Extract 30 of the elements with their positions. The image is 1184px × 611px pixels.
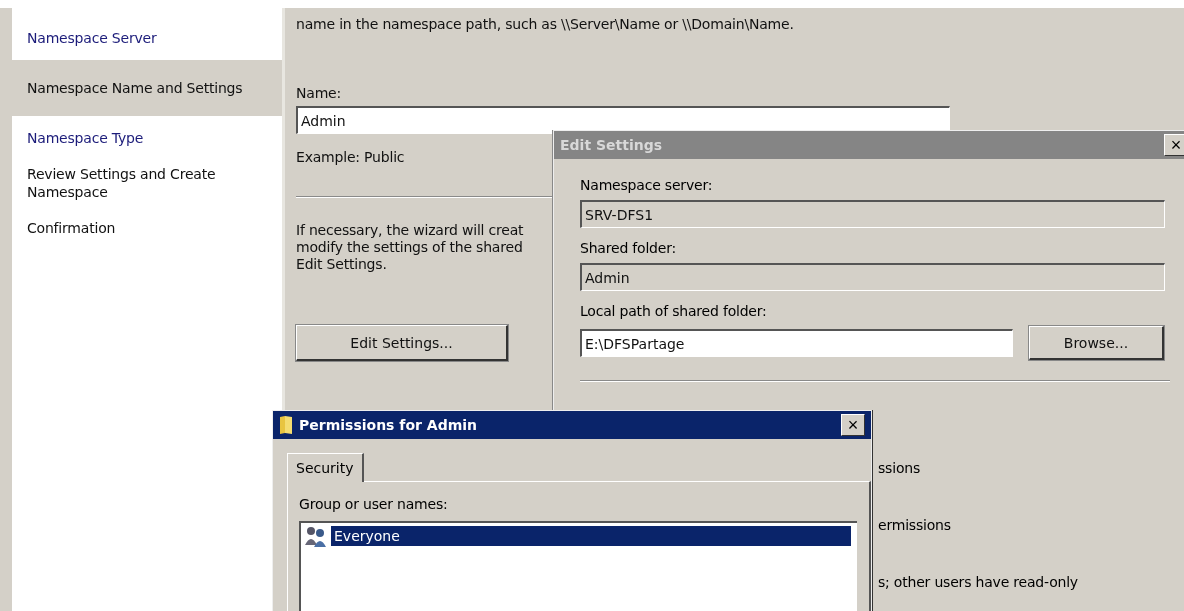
example-text: Example: Public (296, 149, 405, 166)
browse-button[interactable]: Browse... (1028, 326, 1164, 360)
close-button[interactable]: × (841, 414, 865, 436)
option-text: ermissions (878, 517, 951, 534)
path-field[interactable]: E:\DFSPartage (580, 329, 1013, 357)
dialog-title: Permissions for Admin (299, 417, 478, 433)
option-text: s; other users have read-only (878, 574, 1078, 591)
info-text: If necessary, the wizard will creat modify the settings of the shared Edit Settings. (296, 222, 524, 273)
name-field[interactable]: Admin (296, 106, 950, 134)
server-label: Namespace server: (580, 177, 713, 194)
name-label: Name: (296, 85, 342, 102)
group-label: Group or user names: (299, 496, 448, 513)
path-label: Local path of shared folder: (580, 303, 767, 320)
dialog-title: Edit Settings (560, 137, 664, 153)
folder-icon (279, 415, 293, 435)
server-field[interactable]: SRV-DFS1 (580, 200, 1165, 228)
wizard-step[interactable]: Namespace Name and Settings (12, 60, 282, 116)
option-text: ssions (878, 460, 920, 477)
folder-field[interactable]: Admin (580, 263, 1165, 291)
wizard-step[interactable]: Namespace Type (12, 120, 282, 156)
user-list-item[interactable]: Everyone (331, 526, 851, 546)
wizard-step[interactable]: Review Settings and Create Namespace (12, 156, 282, 210)
close-button[interactable]: × (1164, 134, 1184, 156)
wizard-step[interactable]: Namespace Server (12, 20, 282, 56)
edit-settings-button[interactable]: Edit Settings... (296, 325, 508, 361)
security-tab[interactable]: Security (287, 453, 364, 482)
intro-text: name in the namespace path, such as \\Server\Name or \\Domain\Name. (296, 16, 794, 33)
wizard-step[interactable]: Confirmation (12, 210, 282, 246)
folder-label: Shared folder: (580, 240, 677, 257)
users-icon (303, 525, 329, 547)
